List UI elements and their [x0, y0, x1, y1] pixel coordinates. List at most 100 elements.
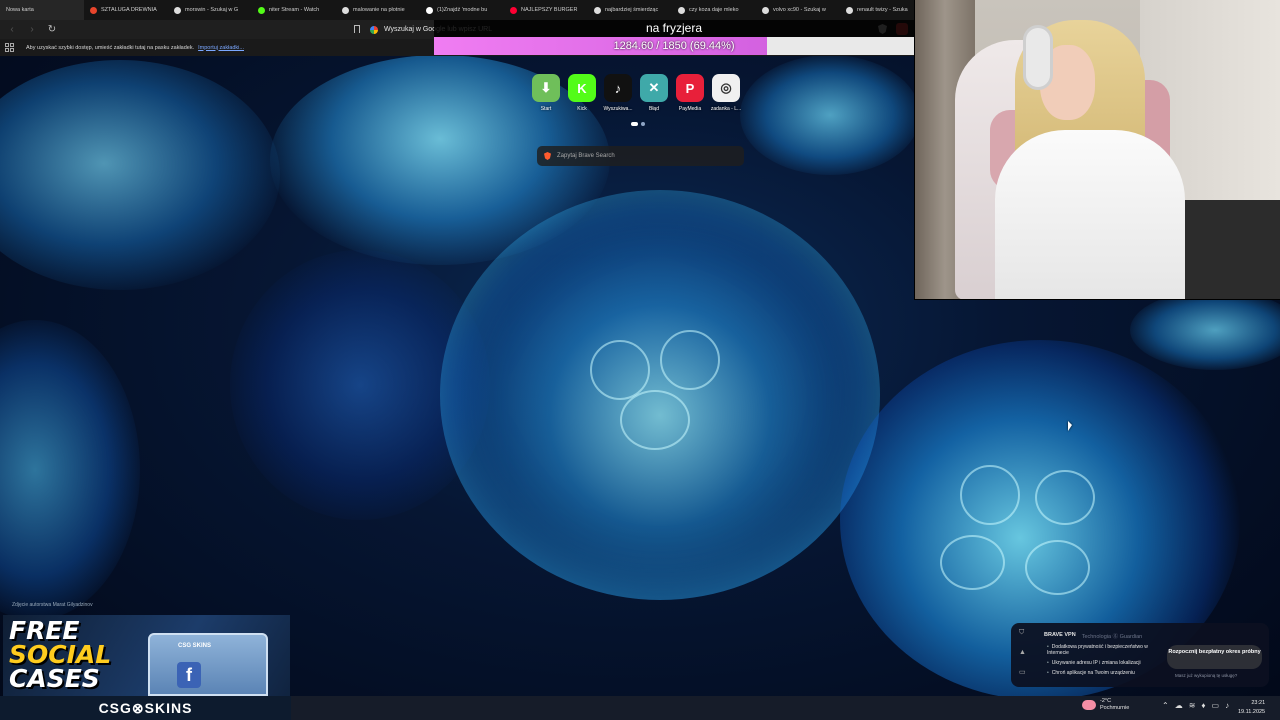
warning-icon[interactable]: ▲	[1019, 649, 1029, 656]
tab-label: volvo xc90 - Szukaj w	[773, 7, 826, 13]
goal-progress-text: 1284.60 / 1850 (69.44%)	[613, 40, 735, 52]
tab-favicon-icon	[342, 6, 349, 14]
sponsor-ad: FREE SOCIAL CASES CSG SKINS f	[3, 615, 290, 696]
tab-favicon-icon	[510, 6, 517, 14]
tab-favicon-icon	[594, 6, 601, 14]
shortcut-tile[interactable]: ♪ Wyszukiwa...	[603, 74, 633, 112]
shortcut-tile[interactable]: ✕ Błąd	[640, 74, 668, 112]
weather-widget[interactable]: -2°C Pochmurnie	[1082, 698, 1129, 712]
shortcut-icon: K	[568, 74, 596, 102]
brave-vpn-popup: ⛉ ▲ ▭ BRAVE VPN Technologia ⓖ Guardian D…	[1011, 623, 1269, 687]
shortcut-label: Błąd	[648, 106, 659, 112]
shortcut-page-dots	[631, 122, 645, 126]
weather-temp: -2°C	[1100, 698, 1112, 704]
tab-favicon-icon	[90, 6, 97, 14]
tab-favicon-icon	[678, 6, 685, 14]
shortcut-tile[interactable]: ⬇ Start	[532, 74, 560, 112]
mouse-cursor	[1068, 421, 1072, 431]
shortcut-icon: ♪	[604, 74, 632, 102]
tab-label: Nowa karta	[6, 7, 34, 13]
page-dot[interactable]	[631, 122, 638, 126]
vpn-feature-list: Dodatkowa prywatność i bezpieczeństwo w …	[1047, 644, 1165, 676]
browser-tab[interactable]: NAJLEPSZY BURGER	[504, 0, 588, 20]
list-item: Chroń aplikacje na Twoim urządzeniu	[1047, 670, 1165, 676]
shortcut-icon: P	[676, 74, 704, 102]
start-trial-button[interactable]: Rozpocznij bezpłatny okres próbny	[1167, 645, 1262, 669]
reload-button[interactable]: ↻	[44, 22, 60, 38]
microphone-icon[interactable]: ♦	[1201, 701, 1205, 710]
browser-tab[interactable]: morswin - Szukaj w G	[168, 0, 252, 20]
tab-favicon-icon	[846, 6, 853, 14]
clock-date: 19.11.2025	[1238, 709, 1266, 715]
shortcut-label: Wyszukiwa...	[603, 106, 633, 112]
wallpaper-jellyfish	[0, 320, 140, 620]
browser-tab[interactable]: SZTALUGA DREWNIA	[84, 0, 168, 20]
tab-favicon-icon	[426, 6, 433, 14]
wallpaper-jellyfish	[1130, 290, 1280, 370]
cloud-sync-icon[interactable]: ☁	[1175, 701, 1183, 710]
back-button[interactable]: ‹	[4, 22, 20, 38]
tab-label: renault twizy - Szuka	[857, 7, 908, 13]
forward-button[interactable]: ›	[24, 22, 40, 38]
volume-icon[interactable]: ♪	[1225, 701, 1229, 710]
vpn-tech: Technologia ⓖ Guardian	[1081, 634, 1143, 640]
browser-tab[interactable]: renault twizy - Szuka	[840, 0, 924, 20]
tab-bar: Nowa karta SZTALUGA DREWNIA morswin - Szuk…	[0, 0, 914, 20]
bookmark-icon[interactable]	[354, 25, 360, 33]
webcam-feed	[914, 0, 1280, 300]
case-box-label: CSG SKINS	[178, 643, 212, 649]
display-icon[interactable]: ▭	[1212, 701, 1220, 710]
brave-lion-icon	[544, 152, 551, 160]
goal-progress-bar: 1284.60 / 1850 (69.44%)	[434, 37, 914, 55]
browser-tab[interactable]: niter Stream - Watch	[252, 0, 336, 20]
tab-favicon-icon	[174, 6, 181, 14]
browser-tab[interactable]: volvo xc90 - Szukaj w	[756, 0, 840, 20]
shortcut-icon: ✕	[640, 74, 668, 102]
import-bookmarks-link[interactable]: Importuj zakładki...	[198, 45, 244, 51]
tab-favicon-icon	[258, 6, 265, 14]
tab-label: NAJLEPSZY BURGER	[521, 7, 578, 13]
system-tray: ⌃ ☁ ≋ ♦ ▭ ♪	[1162, 701, 1229, 710]
brave-search-box[interactable]: Zapytaj Brave Search	[537, 146, 744, 166]
browser-tab[interactable]: najbardziej śmierdząc	[588, 0, 672, 20]
facebook-icon: f	[177, 662, 201, 688]
tab-label: (1)Znajdź 'modne bu	[437, 7, 488, 13]
tab-label: niter Stream - Watch	[269, 7, 320, 13]
shortcut-tile[interactable]: P PayMedia	[676, 74, 704, 112]
list-item: Dodatkowa prywatność i bezpieczeństwo w …	[1047, 644, 1165, 656]
browser-tab[interactable]: czy koza daje mleko	[672, 0, 756, 20]
goal-title: na fryzjera	[434, 20, 914, 37]
clock[interactable]: 23:21 19.11.2025	[1238, 699, 1265, 717]
tab-favicon-icon	[762, 6, 769, 14]
tab-label: morswin - Szukaj w G	[185, 7, 239, 13]
shortcut-tiles: ⬇ Start K Kick ♪ Wyszukiwa... ✕ Błąd P PayMedia ◎ z…	[532, 74, 742, 112]
wallpaper-jellyfish	[440, 190, 880, 600]
shortcut-label: Start	[540, 106, 552, 112]
tab-label: malowanie na płotnie	[353, 7, 405, 13]
ad-line-cases: CASES	[9, 664, 100, 693]
already-purchased-link[interactable]: Masz już wykupioną tę usługę?	[1175, 673, 1237, 678]
browser-tab[interactable]: malowanie na płotnie	[336, 0, 420, 20]
case-box-image: CSG SKINS	[148, 633, 268, 696]
taskbar	[291, 696, 1280, 720]
shortcut-icon: ◎	[712, 74, 740, 102]
apps-grid-icon[interactable]	[5, 43, 14, 52]
wifi-icon[interactable]: ≋	[1189, 701, 1196, 710]
shortcut-tile[interactable]: K Kick	[568, 74, 596, 112]
google-icon	[370, 25, 378, 34]
shortcut-label: zadanka - L...	[710, 106, 742, 112]
weather-desc: Pochmurnie	[1100, 705, 1130, 711]
shortcut-icon: ⬇	[532, 74, 560, 102]
window-icon[interactable]: ▭	[1019, 668, 1029, 676]
page-dot[interactable]	[641, 122, 645, 126]
browser-tab[interactable]: (1)Znajdź 'modne bu	[420, 0, 504, 20]
tab-label: SZTALUGA DREWNIA	[101, 7, 157, 13]
browser-tab[interactable]: Nowa karta	[0, 0, 84, 20]
shortcut-tile[interactable]: ◎ zadanka - L...	[710, 74, 742, 112]
shield-icon[interactable]: ⛉	[1019, 629, 1029, 637]
chevron-up-icon[interactable]: ⌃	[1162, 701, 1169, 710]
search-placeholder: Zapytaj Brave Search	[557, 153, 615, 159]
photo-credit: Zdjęcie autorstwa Marat Gilyadzinov	[12, 602, 93, 608]
cloud-icon	[1082, 700, 1096, 710]
shortcut-label: Kick	[577, 106, 587, 112]
